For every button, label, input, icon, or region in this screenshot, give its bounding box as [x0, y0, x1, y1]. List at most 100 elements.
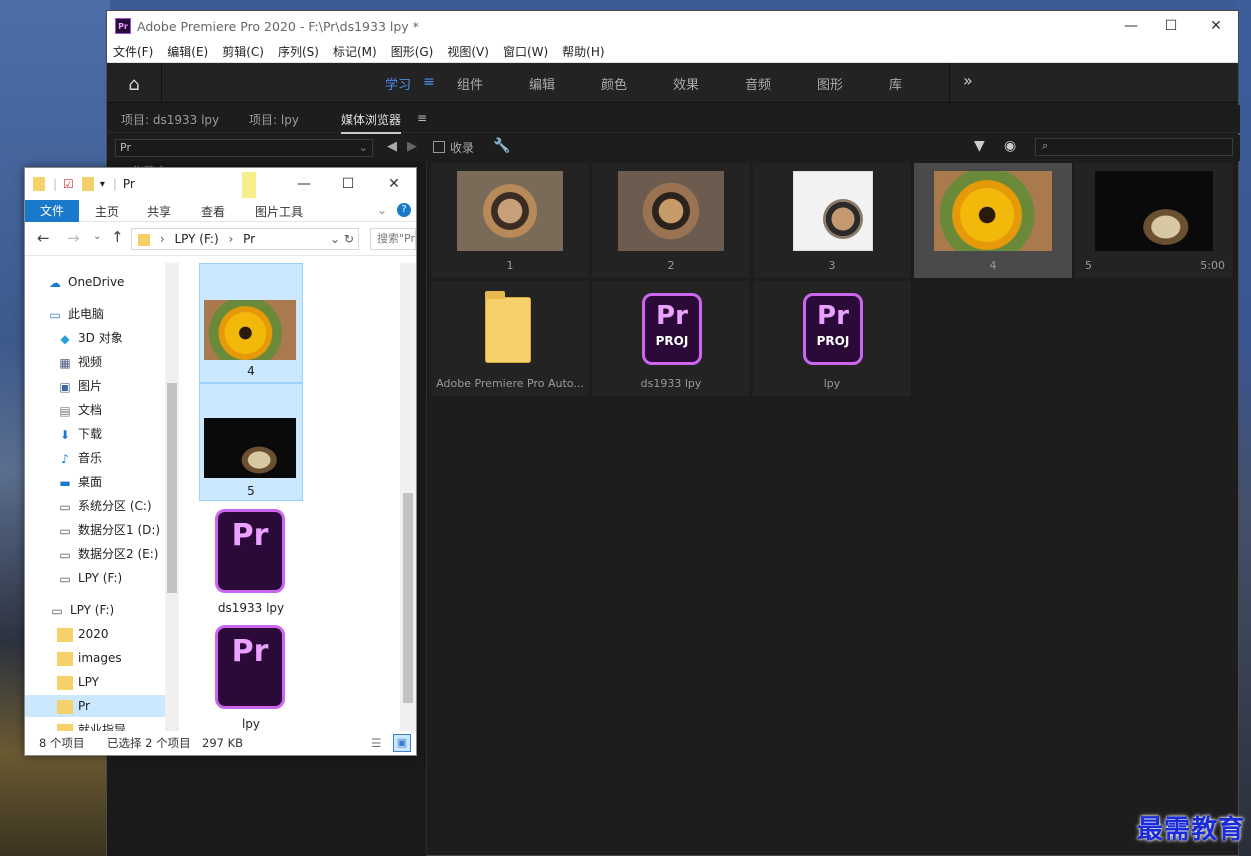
tree-item-pr[interactable]: Pr: [25, 695, 165, 717]
tab-project-ds1933[interactable]: 项目: ds1933 lpy: [121, 111, 219, 128]
menu-edit[interactable]: 编辑(E): [167, 43, 208, 60]
back-arrow-icon[interactable]: ◀: [387, 139, 397, 154]
ribbon-expand-icon[interactable]: ⌄: [377, 203, 387, 217]
menu-window[interactable]: 窗口(W): [503, 43, 548, 60]
workspace-tab-effects[interactable]: 效果: [673, 74, 699, 93]
workspace-tab-audio[interactable]: 音频: [745, 74, 771, 93]
media-item-selected[interactable]: 4: [914, 163, 1073, 279]
ribbon-tab-share[interactable]: 共享: [147, 203, 171, 220]
tree-item-label: Pr: [78, 699, 90, 713]
filter-icon[interactable]: ▼: [974, 138, 985, 154]
menu-marker[interactable]: 标记(M): [333, 43, 377, 60]
chevron-down-icon[interactable]: ⌄: [330, 229, 340, 249]
new-folder-icon[interactable]: [81, 177, 94, 191]
media-item[interactable]: Adobe Premiere Pro Auto...: [431, 281, 590, 397]
ribbon-tab-file[interactable]: 文件: [25, 200, 79, 222]
menu-help[interactable]: 帮助(H): [562, 43, 604, 60]
address-root[interactable]: LPY (F:): [174, 232, 218, 246]
workspace-tab-graphics[interactable]: 图形: [817, 74, 843, 93]
quick-access-dropdown-icon[interactable]: ▾: [100, 179, 105, 190]
tree-item-videos[interactable]: ▦ 视频: [25, 351, 165, 373]
file-item[interactable]: 4: [199, 263, 303, 383]
tree-item-drive-f[interactable]: ▭ LPY (F:): [25, 567, 165, 589]
menu-sequence[interactable]: 序列(S): [278, 43, 319, 60]
tree-item-label: 音乐: [78, 451, 103, 465]
media-item[interactable]: 3: [753, 163, 912, 279]
menu-view[interactable]: 视图(V): [447, 43, 489, 60]
properties-icon[interactable]: ☑: [63, 177, 74, 191]
maximize-button[interactable]: ☐: [1148, 11, 1194, 41]
recent-dropdown-icon[interactable]: ⌄: [93, 231, 101, 242]
up-arrow-icon[interactable]: ↑: [111, 228, 124, 246]
media-item[interactable]: 2: [592, 163, 751, 279]
tree-item-documents[interactable]: ▤ 文档: [25, 399, 165, 421]
tree-item-2020[interactable]: 2020: [25, 623, 165, 645]
workspace-tab-libraries[interactable]: 库: [889, 74, 902, 93]
location-dropdown[interactable]: Pr ⌄: [115, 139, 373, 157]
tree-scrollbar[interactable]: [165, 263, 179, 731]
panel-menu-icon[interactable]: ≡: [417, 111, 427, 125]
tree-item-label: 数据分区1 (D:): [78, 523, 161, 537]
tree-item-onedrive[interactable]: ☁ OneDrive: [25, 271, 165, 293]
minimize-button[interactable]: —: [281, 168, 327, 200]
tree-item-this-pc[interactable]: ▭ 此电脑: [25, 303, 165, 325]
workspace-tab-color[interactable]: 颜色: [601, 74, 627, 93]
tab-media-browser[interactable]: 媒体浏览器: [341, 111, 402, 134]
tree-item-desktop[interactable]: ▬ 桌面: [25, 471, 165, 493]
picture-tools-highlight: [242, 172, 256, 198]
address-bar[interactable]: › LPY (F:) › Pr ⌄ ↻: [131, 228, 359, 250]
tree-item-images[interactable]: images: [25, 647, 165, 669]
forward-arrow-icon[interactable]: ▶: [407, 139, 417, 154]
workspace-tab-assembly[interactable]: 组件: [457, 74, 483, 93]
media-item[interactable]: 5 5:00: [1075, 163, 1234, 279]
forward-arrow-icon[interactable]: →: [67, 229, 80, 247]
tree-item-lpy-drive[interactable]: ▭ LPY (F:): [25, 599, 165, 621]
file-scrollbar[interactable]: [400, 263, 416, 731]
media-search-input[interactable]: ⌕: [1035, 138, 1233, 156]
tree-item-lpy[interactable]: LPY: [25, 671, 165, 693]
help-icon[interactable]: ?: [397, 203, 411, 217]
home-icon[interactable]: ⌂: [119, 73, 149, 95]
maximize-button[interactable]: ☐: [325, 168, 371, 200]
close-button[interactable]: ✕: [371, 168, 417, 200]
menu-file[interactable]: 文件(F): [113, 43, 153, 60]
details-view-icon[interactable]: ☰: [371, 731, 381, 755]
tree-item-drive-c[interactable]: ▭ 系统分区 (C:): [25, 495, 165, 517]
tree-item-downloads[interactable]: ⬇ 下载: [25, 423, 165, 445]
file-item[interactable]: 5: [199, 383, 303, 501]
tree-item-drive-e[interactable]: ▭ 数据分区2 (E:): [25, 543, 165, 565]
file-item[interactable]: Pr lpy: [199, 625, 303, 731]
tree-item-music[interactable]: ♪ 音乐: [25, 447, 165, 469]
ribbon-tab-home[interactable]: 主页: [95, 203, 119, 220]
collect-checkbox[interactable]: [433, 141, 445, 153]
eye-icon[interactable]: ◉: [1004, 138, 1016, 154]
workspace-menu-icon[interactable]: ≡: [423, 74, 435, 90]
tree-item-label: 3D 对象: [78, 331, 123, 345]
workspace-overflow-icon[interactable]: »: [963, 71, 973, 90]
address-leaf[interactable]: Pr: [243, 232, 255, 246]
media-item[interactable]: Pr PROJ ds1933 lpy: [592, 281, 751, 397]
tree-item-drive-d[interactable]: ▭ 数据分区1 (D:): [25, 519, 165, 541]
workspace-tab-learn[interactable]: 学习: [385, 74, 411, 93]
refresh-icon[interactable]: ↻: [344, 229, 354, 249]
tree-item-3d-objects[interactable]: ◆ 3D 对象: [25, 327, 165, 349]
tree-item-pictures[interactable]: ▣ 图片: [25, 375, 165, 397]
tab-project-lpy[interactable]: 项目: lpy: [249, 111, 299, 128]
file-item[interactable]: Pr ds1933 lpy: [199, 509, 303, 621]
large-icons-view-icon[interactable]: ▣: [393, 734, 411, 752]
media-item[interactable]: Pr PROJ lpy: [753, 281, 912, 397]
prproj-icon-subtext: PROJ: [655, 334, 689, 348]
close-button[interactable]: ✕: [1193, 11, 1239, 41]
menu-clip[interactable]: 剪辑(C): [222, 43, 264, 60]
ribbon-tab-picture-tools[interactable]: 图片工具: [255, 203, 303, 220]
wrench-icon[interactable]: 🔧: [493, 138, 510, 154]
search-input[interactable]: 搜索"Pr": [370, 228, 416, 250]
menu-graphics[interactable]: 图形(G): [391, 43, 434, 60]
explorer-titlebar[interactable]: | ☑ ▾ | Pr — ☐ ✕: [25, 168, 416, 200]
workspace-tab-editing[interactable]: 编辑: [529, 74, 555, 93]
tree-item-career[interactable]: 就业指导: [25, 719, 165, 731]
ribbon-tab-view[interactable]: 查看: [201, 203, 225, 220]
premiere-titlebar[interactable]: Pr Adobe Premiere Pro 2020 - F:\Pr\ds193…: [107, 11, 1238, 41]
media-item[interactable]: 1: [431, 163, 590, 279]
back-arrow-icon[interactable]: ←: [37, 229, 50, 247]
